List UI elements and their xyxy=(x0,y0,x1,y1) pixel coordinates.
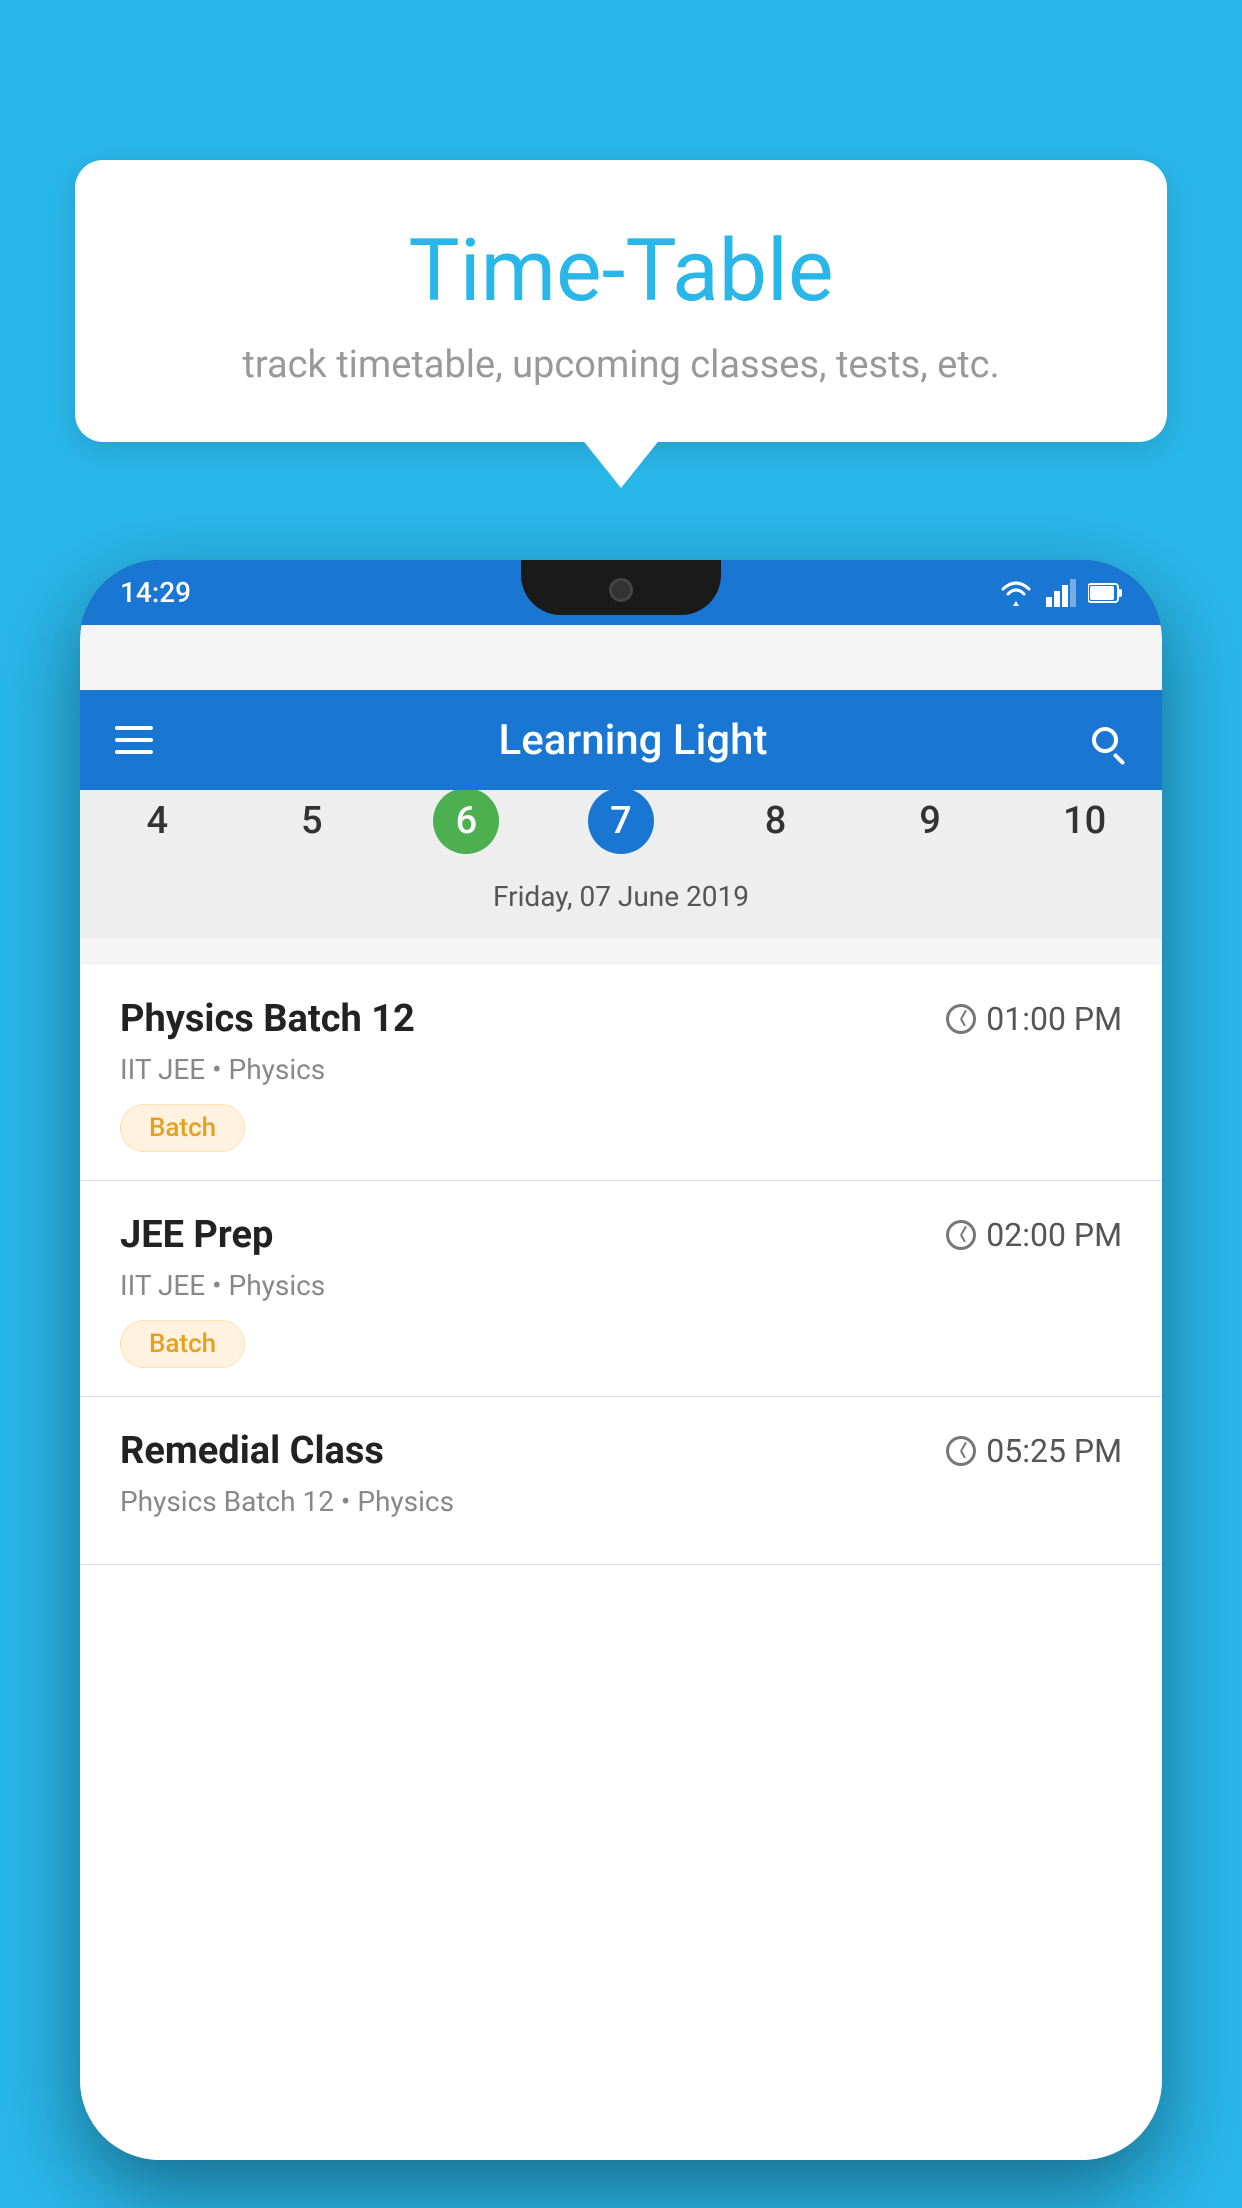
item-title: Remedial Class xyxy=(120,1429,384,1473)
schedule-item[interactable]: Physics Batch 12 01:00 PM IIT JEE • Physic… xyxy=(80,965,1162,1181)
item-time: 02:00 PM xyxy=(946,1216,1122,1254)
time-text: 05:25 PM xyxy=(986,1432,1122,1470)
search-button[interactable] xyxy=(1083,718,1127,762)
item-header: Remedial Class 05:25 PM xyxy=(120,1429,1122,1473)
phone-frame: 14:29 xyxy=(80,560,1162,2160)
day-number[interactable]: 4 xyxy=(124,788,190,854)
status-time: 14:29 xyxy=(120,576,191,609)
signal-icon xyxy=(1046,579,1076,607)
item-subtitle: Physics Batch 12 • Physics xyxy=(120,1485,1122,1518)
menu-icon[interactable] xyxy=(115,726,153,754)
battery-icon xyxy=(1088,582,1122,604)
bubble-title: Time-Table xyxy=(125,220,1117,321)
selected-date-label: Friday, 07 June 2019 xyxy=(80,866,1162,929)
schedule-item[interactable]: JEE Prep 02:00 PM IIT JEE • Physics Batch xyxy=(80,1181,1162,1397)
phone-notch xyxy=(521,560,721,615)
day-number[interactable]: 5 xyxy=(279,788,345,854)
item-subtitle: IIT JEE • Physics xyxy=(120,1053,1122,1086)
day-number[interactable]: 7 xyxy=(588,788,654,854)
item-title: Physics Batch 12 xyxy=(120,997,415,1041)
clock-icon xyxy=(946,1436,976,1466)
day-number[interactable]: 9 xyxy=(897,788,963,854)
item-subtitle: IIT JEE • Physics xyxy=(120,1269,1122,1302)
phone-screen: Learning Light Tue4Wed5Thu6Fri7Sat8Sun9M… xyxy=(80,625,1162,2160)
item-header: JEE Prep 02:00 PM xyxy=(120,1213,1122,1257)
item-title: JEE Prep xyxy=(120,1213,273,1257)
batch-badge: Batch xyxy=(120,1320,245,1368)
app-title: Learning Light xyxy=(183,716,1083,765)
clock-icon xyxy=(946,1004,976,1034)
day-number[interactable]: 10 xyxy=(1052,788,1118,854)
search-icon xyxy=(1092,727,1118,753)
item-time: 05:25 PM xyxy=(946,1432,1122,1470)
schedule-item[interactable]: Remedial Class 05:25 PM Physics Batch 12 •… xyxy=(80,1397,1162,1565)
item-time: 01:00 PM xyxy=(946,1000,1122,1038)
clock-icon xyxy=(946,1220,976,1250)
speech-bubble: Time-Table track timetable, upcoming cla… xyxy=(75,160,1167,442)
day-number[interactable]: 8 xyxy=(743,788,809,854)
batch-badge: Batch xyxy=(120,1104,245,1152)
status-icons xyxy=(998,579,1122,607)
time-text: 01:00 PM xyxy=(986,1000,1122,1038)
time-text: 02:00 PM xyxy=(986,1216,1122,1254)
bubble-subtitle: track timetable, upcoming classes, tests… xyxy=(125,343,1117,387)
phone-camera xyxy=(609,578,633,602)
app-bar: Learning Light xyxy=(80,690,1162,790)
schedule-list: Physics Batch 12 01:00 PM IIT JEE • Physic… xyxy=(80,965,1162,2160)
item-header: Physics Batch 12 01:00 PM xyxy=(120,997,1122,1041)
day-number[interactable]: 6 xyxy=(433,788,499,854)
wifi-icon xyxy=(998,579,1034,607)
